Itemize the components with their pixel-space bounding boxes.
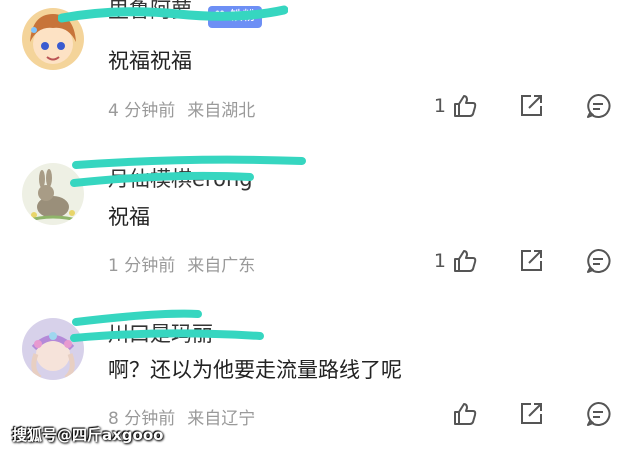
comment-text: 祝福: [108, 205, 150, 229]
share-icon[interactable]: [518, 248, 544, 274]
comment-text: 啊？还以为他要走流量路线了呢: [108, 358, 402, 382]
share-icon[interactable]: [518, 401, 544, 427]
username[interactable]: 川口是玛丽: [108, 318, 213, 348]
comment-text: 祝福祝福: [108, 49, 192, 73]
thumbs-up-icon[interactable]: [452, 401, 478, 427]
thumbs-up-icon[interactable]: [452, 93, 478, 119]
comment-meta: 1 分钟前 来自广东: [108, 251, 255, 276]
watermark: 搜狐号@四斤axgooo: [12, 426, 164, 444]
fan-badge: ♥ 铁粉: [208, 6, 262, 28]
thumbs-up-icon[interactable]: [452, 248, 478, 274]
comment-location: 来自广东: [187, 256, 256, 276]
like-count: 1: [433, 250, 446, 272]
avatar[interactable]: [22, 163, 84, 225]
comment-location: 来自辽宁: [187, 409, 256, 429]
avatar[interactable]: [22, 8, 84, 70]
comment-time: 1 分钟前: [108, 256, 176, 276]
share-icon[interactable]: [518, 93, 544, 119]
avatar[interactable]: [22, 318, 84, 380]
username[interactable]: 月仙模棋erong: [108, 163, 253, 193]
username[interactable]: 里鲁阿萝: [108, 0, 192, 24]
comment-location: 来自湖北: [187, 101, 256, 121]
reply-icon[interactable]: [585, 248, 611, 274]
comment-time: 4 分钟前: [108, 101, 176, 121]
comment-meta: 4 分钟前 来自湖北: [108, 96, 255, 121]
reply-icon[interactable]: [585, 401, 611, 427]
reply-icon[interactable]: [585, 93, 611, 119]
like-count: 1: [433, 95, 446, 117]
